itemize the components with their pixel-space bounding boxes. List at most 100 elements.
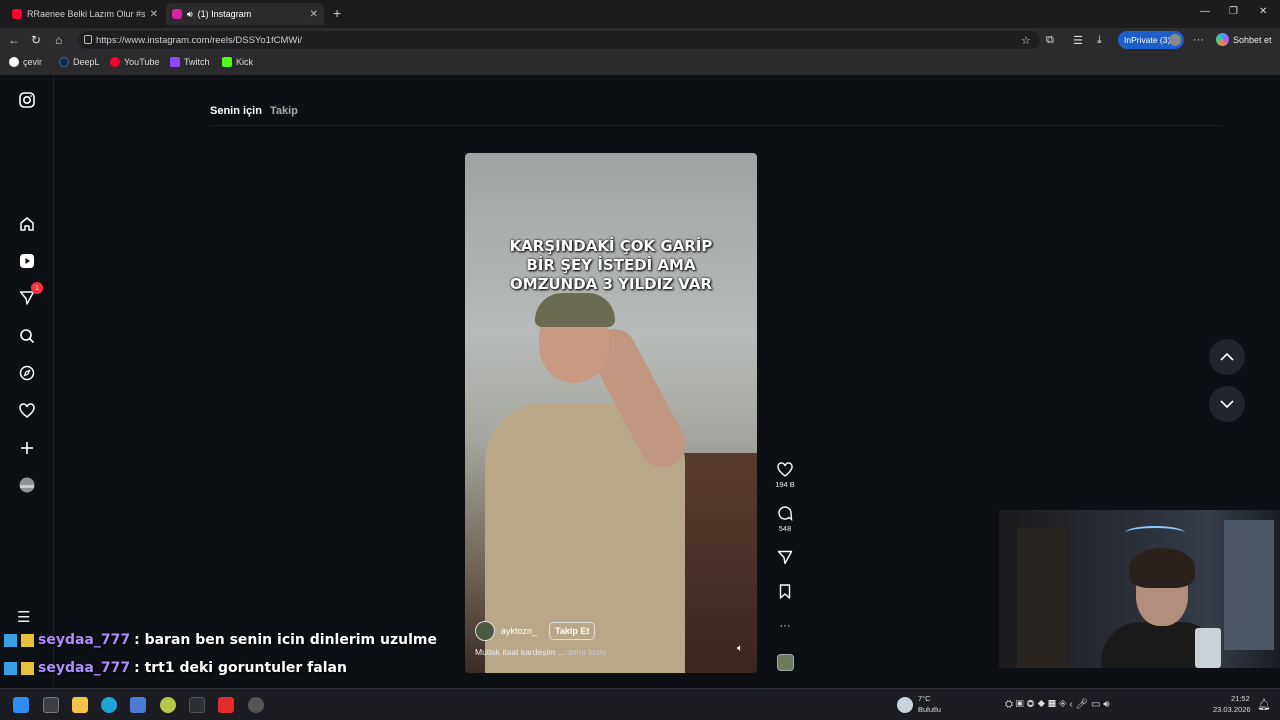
webcam-neon-light [1125,526,1185,540]
reels-icon[interactable] [17,251,37,271]
refresh-icon[interactable]: ↻ [31,33,41,47]
tab-for-you[interactable]: Senin için [210,105,262,117]
favorites-icon[interactable]: ☰ [1073,34,1083,47]
task-view-icon[interactable] [43,697,59,713]
like-count: 194 B [775,480,795,489]
weather-cloud-icon[interactable] [897,697,913,713]
download-icon[interactable]: ⤓ [1097,34,1102,47]
audio-thumbnail[interactable] [777,654,794,671]
tab-youtube[interactable]: RRaenee Belki Lazım Olur #shorts ✕ [6,3,164,25]
settings-gear-icon[interactable] [248,697,264,713]
edge-icon[interactable] [101,697,117,713]
start-windows-icon[interactable] [13,697,29,713]
bookmark-label: DeepL [73,57,100,67]
chat-crown-icon [21,661,34,675]
previous-reel-button[interactable] [1209,339,1245,375]
tab-following[interactable]: Takip [270,105,298,117]
video-caption: KARŞINDAKİ ÇOK GARİP BİR ŞEY İSTEDİ AMA … [465,237,757,294]
new-tab-button[interactable]: + [333,5,341,21]
close-tab-icon[interactable]: ✕ [310,9,318,20]
more-options-icon[interactable]: ··· [774,620,796,632]
copilot-button[interactable]: Sohbet et [1216,33,1272,46]
youtube-icon [110,57,120,67]
reel-video[interactable]: KARŞINDAKİ ÇOK GARİP BİR ŞEY İSTEDİ AMA … [465,153,757,673]
favorite-star-icon[interactable]: ☆ [1021,34,1031,47]
tray-icons[interactable]: ⛭ ▣ ◎ ◆ ▦ ◈ ‹ 🎤︎ ▭ 🔊︎ [1005,699,1110,710]
restore-icon[interactable]: ❐ [1229,6,1238,17]
like-heart-icon [777,462,793,477]
instagram-favicon-icon [172,9,182,19]
clock-date[interactable]: 23.03.2026 [1213,705,1251,714]
bookmark-kick[interactable]: Kick [222,57,253,67]
search-icon[interactable] [17,326,37,346]
url-text: https://www.instagram.com/reels/DSSYo1fC… [96,34,303,46]
youtube-app-icon[interactable] [218,697,234,713]
app-icon[interactable] [130,697,146,713]
bookmark-deepl[interactable]: DeepL [59,57,100,67]
save-action[interactable] [774,584,796,602]
bookmark-label: Twitch [184,57,210,67]
explore-icon[interactable] [17,363,37,383]
notification-bell-icon[interactable]: 🔔︎ [1257,698,1271,711]
notifications-heart-icon[interactable] [17,401,37,421]
next-reel-button[interactable] [1209,386,1245,422]
reel-author: ayktozn_ Takip Et [475,621,747,641]
profile-avatar-icon[interactable] [17,475,37,495]
author-avatar[interactable] [475,621,495,641]
author-name[interactable]: ayktozn_ [501,626,537,636]
bookmark-youtube[interactable]: YouTube [110,57,159,67]
home-icon[interactable] [17,214,37,234]
lock-icon [84,35,92,44]
caption-line: BİR ŞEY İSTEDİ AMA [526,256,696,274]
tab-bar: RRaenee Belki Lazım Olur #shorts ✕ 🔊︎ (1… [0,0,1280,28]
like-action[interactable]: 194 B [774,462,796,489]
inprivate-label: InPrivate (3) [1124,35,1171,45]
windows-taskbar: 7°C Bulutlu ⛭ ▣ ◎ ◆ ▦ ◈ ‹ 🎤︎ ▭ 🔊︎ 21:52 … [0,688,1280,720]
inprivate-button[interactable]: InPrivate (3) [1118,31,1184,49]
file-explorer-icon[interactable] [72,697,88,713]
window-close-icon[interactable]: ✕ [1259,6,1267,17]
more-link[interactable]: daha fazla [567,647,606,657]
close-tab-icon[interactable]: ✕ [150,9,158,20]
twitch-icon [170,57,180,67]
speaker-icon[interactable]: 🔊︎ [187,9,193,20]
video-person-cap [535,293,615,327]
caption-line: KARŞINDAKİ ÇOK GARİP [509,237,713,255]
tab-instagram[interactable]: 🔊︎ (1) Instagram ✕ [166,3,324,25]
share-action[interactable] [774,550,796,568]
chat-text: : baran ben senin icin dinlerim uzulme [134,632,437,648]
messages-icon[interactable]: 1 [17,282,43,308]
url-field[interactable]: https://www.instagram.com/reels/DSSYo1fC… [78,31,1040,49]
extensions-icon[interactable]: ⧉ [1046,34,1054,47]
volume-icon[interactable]: 🔈︎ [737,643,743,654]
minimize-icon[interactable]: — [1200,6,1210,17]
clock-time[interactable]: 21:52 [1231,694,1250,703]
reel-description: Mutlak itaat kardeşim ... daha fazla [475,647,747,657]
webcam-can [1195,628,1221,668]
more-menu-hamburger-icon[interactable]: ☰ [17,608,30,626]
app-icon[interactable] [160,697,176,713]
bookmark-icon [779,584,791,599]
comment-action[interactable]: 548 [774,506,796,533]
tab-title: RRaenee Belki Lazım Olur #shorts [27,9,145,19]
more-menu-icon[interactable]: ··· [1193,34,1204,46]
back-icon[interactable]: ← [8,33,20,47]
terminal-icon[interactable] [189,697,205,713]
create-plus-icon[interactable] [17,438,37,458]
instagram-logo-icon[interactable] [17,90,37,110]
bookmark-label: çevir [23,57,43,67]
caption-line: OMZUNDA 3 YILDIZ VAR [509,275,713,293]
bookmarks-bar: çevir DeepL YouTube Twitch Kick [0,52,1280,76]
share-icon [777,550,793,565]
address-bar-row: ← ↻ ⌂ https://www.instagram.com/reels/DS… [0,28,1280,52]
chat-text: : trt1 deki goruntuler falan [134,660,347,676]
home-icon[interactable]: ⌂ [55,33,62,47]
bookmark-cevir[interactable]: çevir [9,57,42,67]
bookmark-twitch[interactable]: Twitch [170,57,210,67]
copilot-icon [1216,33,1229,46]
description-text: Mutlak itaat kardeşim ... [475,647,565,657]
webcam-window [1224,520,1274,650]
browser-chrome: RRaenee Belki Lazım Olur #shorts ✕ 🔊︎ (1… [0,0,1280,76]
deepl-icon [59,57,69,67]
follow-button[interactable]: Takip Et [549,622,596,640]
